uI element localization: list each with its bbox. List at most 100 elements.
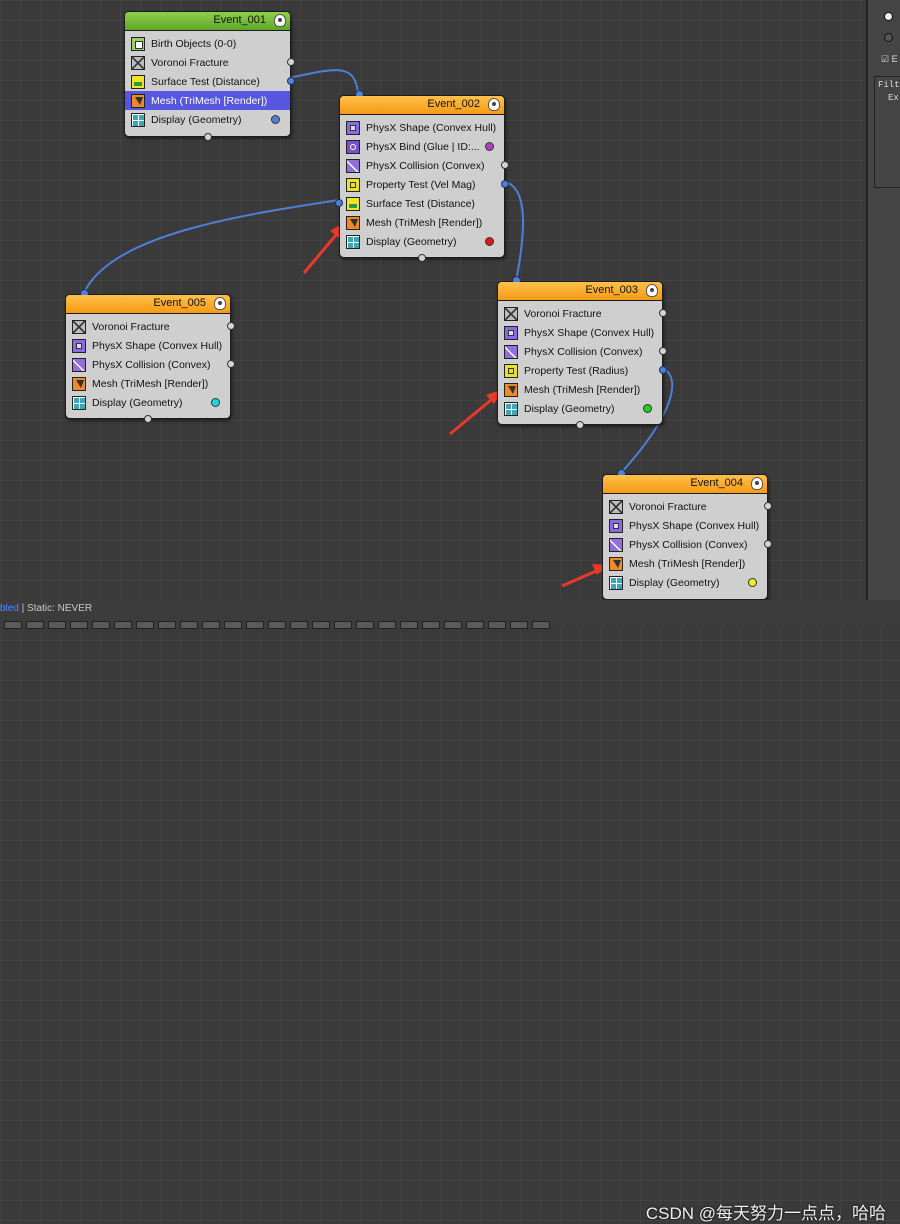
operator-physx-collision[interactable]: PhysX Collision (Convex) [498, 342, 667, 361]
operator-voronoi-fracture[interactable]: Voronoi Fracture [125, 53, 295, 72]
display-color-swatch[interactable] [211, 398, 220, 407]
output-port[interactable] [227, 360, 235, 368]
operator-physx-bind[interactable]: PhysX Bind (Glue | ID:... [340, 137, 504, 156]
operator-physx-shape[interactable]: PhysX Shape (Convex Hull) [66, 336, 230, 355]
wire-event002-to-event003[interactable] [501, 180, 525, 282]
wire-event001-to-event002[interactable] [287, 69, 359, 94]
toolbar-button[interactable] [532, 621, 550, 629]
output-port[interactable] [227, 322, 235, 330]
toolbar-button[interactable] [312, 621, 330, 629]
operator-voronoi-fracture[interactable]: Voronoi Fracture [66, 317, 235, 336]
node-bottom-port[interactable] [418, 254, 426, 262]
lightbulb-icon[interactable] [646, 284, 658, 297]
toolbar-button[interactable] [224, 621, 242, 629]
toolbar-button[interactable] [202, 621, 220, 629]
display-color-swatch[interactable] [485, 237, 494, 246]
node-header[interactable]: Event_001 [125, 12, 290, 31]
toolbar-button[interactable] [488, 621, 506, 629]
toolbar-button[interactable] [180, 621, 198, 629]
toolbar-button[interactable] [4, 621, 22, 629]
particle-view-canvas[interactable]: Event_001 Birth Objects (0-0) Voronoi Fr… [0, 0, 866, 600]
toolbar-button[interactable] [246, 621, 264, 629]
operator-mesh[interactable]: Mesh (TriMesh [Render]) [498, 380, 662, 399]
operator-physx-shape[interactable]: PhysX Shape (Convex Hull) [340, 118, 504, 137]
operator-display[interactable]: Display (Geometry) [66, 393, 230, 412]
toolbar-button[interactable] [334, 621, 352, 629]
toolbar-button[interactable] [510, 621, 528, 629]
operator-physx-collision[interactable]: PhysX Collision (Convex) [603, 535, 772, 554]
output-port[interactable] [659, 347, 667, 355]
toolbar-button[interactable] [268, 621, 286, 629]
output-port[interactable] [501, 161, 509, 169]
operator-property-test[interactable]: Property Test (Vel Mag) [340, 175, 509, 194]
display-color-swatch[interactable] [643, 404, 652, 413]
event-node-001[interactable]: Event_001 Birth Objects (0-0) Voronoi Fr… [124, 11, 295, 141]
operator-display[interactable]: Display (Geometry) [498, 399, 662, 418]
bind-color-swatch[interactable] [485, 142, 494, 151]
operator-display[interactable]: Display (Geometry) [340, 232, 504, 251]
operator-mesh[interactable]: Mesh (TriMesh [Render]) [66, 374, 230, 393]
toolbar-button[interactable] [290, 621, 308, 629]
output-port[interactable] [659, 366, 667, 374]
lightbulb-icon[interactable] [488, 98, 500, 111]
toolbar-button[interactable] [92, 621, 110, 629]
display-color-swatch[interactable] [271, 115, 280, 124]
radio-button[interactable] [884, 12, 893, 21]
toolbar-button[interactable] [466, 621, 484, 629]
lightbulb-icon[interactable] [214, 297, 226, 310]
operator-mesh[interactable]: Mesh (TriMesh [Render]) [125, 91, 290, 110]
toolbar-button[interactable] [48, 621, 66, 629]
wire-event002-to-event005[interactable] [83, 199, 340, 294]
operator-voronoi-fracture[interactable]: Voronoi Fracture [603, 497, 772, 516]
toolbar-button[interactable] [158, 621, 176, 629]
toolbar-button[interactable] [356, 621, 374, 629]
event-node-003[interactable]: Event_003 Voronoi Fracture PhysX Shape (… [497, 276, 667, 429]
operator-label: Voronoi Fracture [524, 307, 602, 320]
operator-physx-collision[interactable]: PhysX Collision (Convex) [340, 156, 509, 175]
toolbar-button[interactable] [136, 621, 154, 629]
node-bottom-port[interactable] [144, 415, 152, 423]
toolbar-button[interactable] [378, 621, 396, 629]
checkbox[interactable]: ☑ E [881, 54, 898, 65]
toolbar-button[interactable] [422, 621, 440, 629]
operator-display[interactable]: Display (Geometry) [603, 573, 767, 592]
node-header[interactable]: Event_002 [340, 96, 504, 115]
node-header[interactable]: Event_005 [66, 295, 230, 314]
display-color-swatch[interactable] [748, 578, 757, 587]
output-port[interactable] [764, 540, 772, 548]
operator-voronoi-fracture[interactable]: Voronoi Fracture [498, 304, 667, 323]
output-port[interactable] [764, 502, 772, 510]
node-header[interactable]: Event_004 [603, 475, 767, 494]
event-node-005[interactable]: Event_005 Voronoi Fracture PhysX Shape (… [65, 289, 235, 423]
operator-mesh[interactable]: Mesh (TriMesh [Render]) [603, 554, 767, 573]
output-port[interactable] [659, 309, 667, 317]
output-port[interactable] [287, 77, 295, 85]
event-node-002[interactable]: Event_002 PhysX Shape (Convex Hull) Phys… [335, 90, 509, 262]
event-node-004[interactable]: Event_004 Voronoi Fracture PhysX Shape (… [602, 469, 772, 600]
operator-birth-objects[interactable]: Birth Objects (0-0) [125, 34, 290, 53]
node-bottom-port[interactable] [576, 421, 584, 429]
operator-label: Display (Geometry) [366, 235, 457, 248]
operator-surface-test[interactable]: Surface Test (Distance) [125, 72, 295, 91]
output-port[interactable] [287, 58, 295, 66]
radio-button[interactable] [884, 33, 893, 42]
toolbar-button[interactable] [70, 621, 88, 629]
lightbulb-icon[interactable] [751, 477, 763, 490]
node-header[interactable]: Event_003 [498, 282, 662, 301]
toolbar-button[interactable] [114, 621, 132, 629]
operator-label: Property Test (Vel Mag) [366, 178, 476, 191]
output-port[interactable] [501, 180, 509, 188]
operator-mesh[interactable]: Mesh (TriMesh [Render]) [340, 213, 504, 232]
operator-physx-shape[interactable]: PhysX Shape (Convex Hull) [498, 323, 662, 342]
operator-property-test[interactable]: Property Test (Radius) [498, 361, 667, 380]
toolbar-button[interactable] [400, 621, 418, 629]
node-bottom-port[interactable] [203, 133, 212, 141]
operator-physx-collision[interactable]: PhysX Collision (Convex) [66, 355, 235, 374]
lightbulb-icon[interactable] [274, 14, 286, 27]
operator-display[interactable]: Display (Geometry) [125, 110, 290, 129]
operator-physx-shape[interactable]: PhysX Shape (Convex Hull) [603, 516, 767, 535]
toolbar-button[interactable] [26, 621, 44, 629]
output-port[interactable] [335, 199, 343, 207]
toolbar-button[interactable] [444, 621, 462, 629]
operator-surface-test[interactable]: Surface Test (Distance) [335, 194, 504, 213]
